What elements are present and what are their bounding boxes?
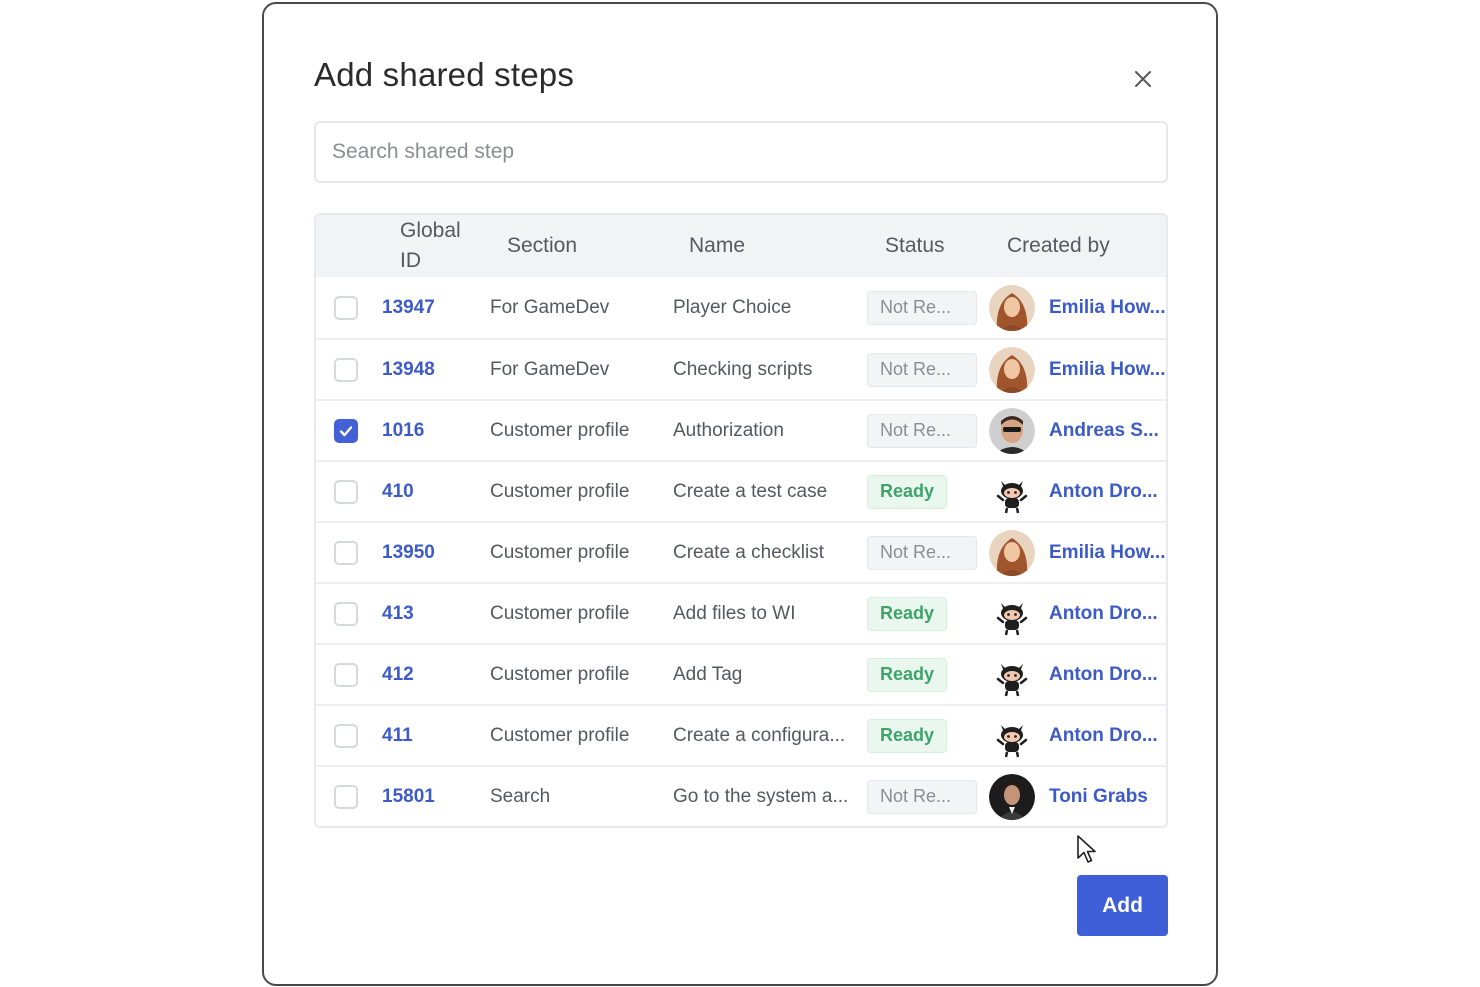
created-by-link[interactable]: Anton Dro... [1049, 664, 1158, 686]
header-status[interactable]: Status [885, 231, 945, 261]
table-row[interactable]: 411 Customer profile Create a configura...… [316, 704, 1166, 765]
created-by-link[interactable]: Toni Grabs [1049, 786, 1148, 808]
global-id-link[interactable]: 13948 [382, 359, 435, 381]
header-global-id[interactable]: Global ID [400, 216, 461, 276]
status-badge: Not Re... [867, 413, 977, 448]
table-row[interactable]: 13947 For GameDev Player Choice Not Re... Em… [316, 277, 1166, 338]
close-icon[interactable] [1128, 64, 1158, 94]
status-badge: Not Re... [867, 290, 977, 325]
section-cell: Customer profile [490, 480, 630, 502]
octocat-avatar [989, 651, 1035, 698]
status-badge: Not Re... [867, 535, 977, 570]
global-id-link[interactable]: 411 [382, 725, 413, 747]
row-checkbox[interactable] [334, 601, 358, 626]
row-checkbox[interactable] [334, 418, 358, 443]
status-badge: Not Re... [867, 352, 977, 387]
status-badge: Ready [867, 718, 948, 753]
name-cell: Create a configura... [673, 724, 846, 746]
table-row[interactable]: 413 Customer profile Add files to WI Ready A… [316, 582, 1166, 643]
octocat-avatar [989, 712, 1035, 759]
table-row[interactable]: 13948 For GameDev Checking scripts Not Re..… [316, 338, 1166, 399]
section-cell: For GameDev [490, 296, 610, 318]
section-cell: Customer profile [490, 724, 630, 746]
row-checkbox[interactable] [334, 295, 358, 320]
created-by-link[interactable]: Anton Dro... [1049, 481, 1158, 503]
global-id-link[interactable]: 13950 [382, 542, 435, 564]
row-checkbox[interactable] [334, 357, 358, 382]
status-badge: Ready [867, 474, 948, 509]
name-cell: Checking scripts [673, 358, 813, 380]
name-cell: Player Choice [673, 296, 792, 318]
checkmark-icon [338, 423, 354, 439]
global-id-link[interactable]: 13947 [382, 297, 435, 319]
row-checkbox[interactable] [334, 723, 358, 748]
woman-avatar [989, 529, 1035, 576]
row-checkbox[interactable] [334, 662, 358, 687]
row-checkbox[interactable] [334, 540, 358, 565]
created-by-link[interactable]: Emilia How... [1049, 542, 1166, 564]
status-badge: Ready [867, 657, 948, 692]
header-created-by[interactable]: Created by [1007, 231, 1110, 261]
table-body: 13947 For GameDev Player Choice Not Re... Em… [316, 277, 1166, 826]
global-id-link[interactable]: 413 [382, 603, 414, 625]
table-row[interactable]: 410 Customer profile Create a test case Rea… [316, 460, 1166, 521]
dialog-title: Add shared steps [314, 56, 575, 93]
global-id-link[interactable]: 15801 [382, 786, 435, 808]
table-row[interactable]: 412 Customer profile Add Tag Ready Anton Dro… [316, 643, 1166, 704]
section-cell: Customer profile [490, 663, 630, 685]
table-row[interactable]: 15801 Search Go to the system a... Not Re..… [316, 765, 1166, 826]
octocat-avatar [989, 590, 1035, 637]
created-by-link[interactable]: Anton Dro... [1049, 603, 1158, 625]
created-by-link[interactable]: Emilia How... [1049, 297, 1166, 319]
status-badge: Ready [867, 596, 948, 631]
created-by-link[interactable]: Emilia How... [1049, 359, 1166, 381]
section-cell: Customer profile [490, 419, 630, 441]
woman-avatar [989, 284, 1035, 331]
name-cell: Create a test case [673, 480, 828, 502]
mouse-cursor-icon [1077, 835, 1096, 863]
header-name[interactable]: Name [689, 231, 745, 261]
name-cell: Create a checklist [673, 541, 825, 563]
status-badge: Not Re... [867, 779, 977, 814]
section-cell: For GameDev [490, 358, 610, 380]
row-checkbox[interactable] [334, 784, 358, 809]
man-dark-avatar [989, 773, 1035, 820]
table-row[interactable]: 1016 Customer profile Authorization Not Re.… [316, 399, 1166, 460]
row-checkbox[interactable] [334, 479, 358, 504]
add-button[interactable]: Add [1077, 875, 1168, 936]
octocat-avatar [989, 468, 1035, 515]
global-id-link[interactable]: 412 [382, 664, 414, 686]
section-cell: Customer profile [490, 541, 630, 563]
add-shared-steps-dialog: Add shared steps Global ID Section Name … [262, 2, 1218, 986]
name-cell: Add Tag [673, 663, 743, 685]
name-cell: Go to the system a... [673, 785, 849, 807]
search-input[interactable] [314, 121, 1168, 183]
header-section[interactable]: Section [507, 231, 577, 261]
section-cell: Customer profile [490, 602, 630, 624]
man-avatar [989, 407, 1035, 454]
table-row[interactable]: 13950 Customer profile Create a checklist N… [316, 521, 1166, 582]
woman-avatar [989, 346, 1035, 393]
shared-steps-table: Global ID Section Name Status Created by… [314, 213, 1168, 828]
section-cell: Search [490, 785, 551, 807]
created-by-link[interactable]: Anton Dro... [1049, 725, 1158, 747]
global-id-link[interactable]: 1016 [382, 420, 424, 442]
name-cell: Authorization [673, 419, 784, 441]
created-by-link[interactable]: Andreas S... [1049, 420, 1159, 442]
table-header: Global ID Section Name Status Created by [316, 215, 1166, 277]
name-cell: Add files to WI [673, 602, 796, 624]
global-id-link[interactable]: 410 [382, 481, 414, 503]
